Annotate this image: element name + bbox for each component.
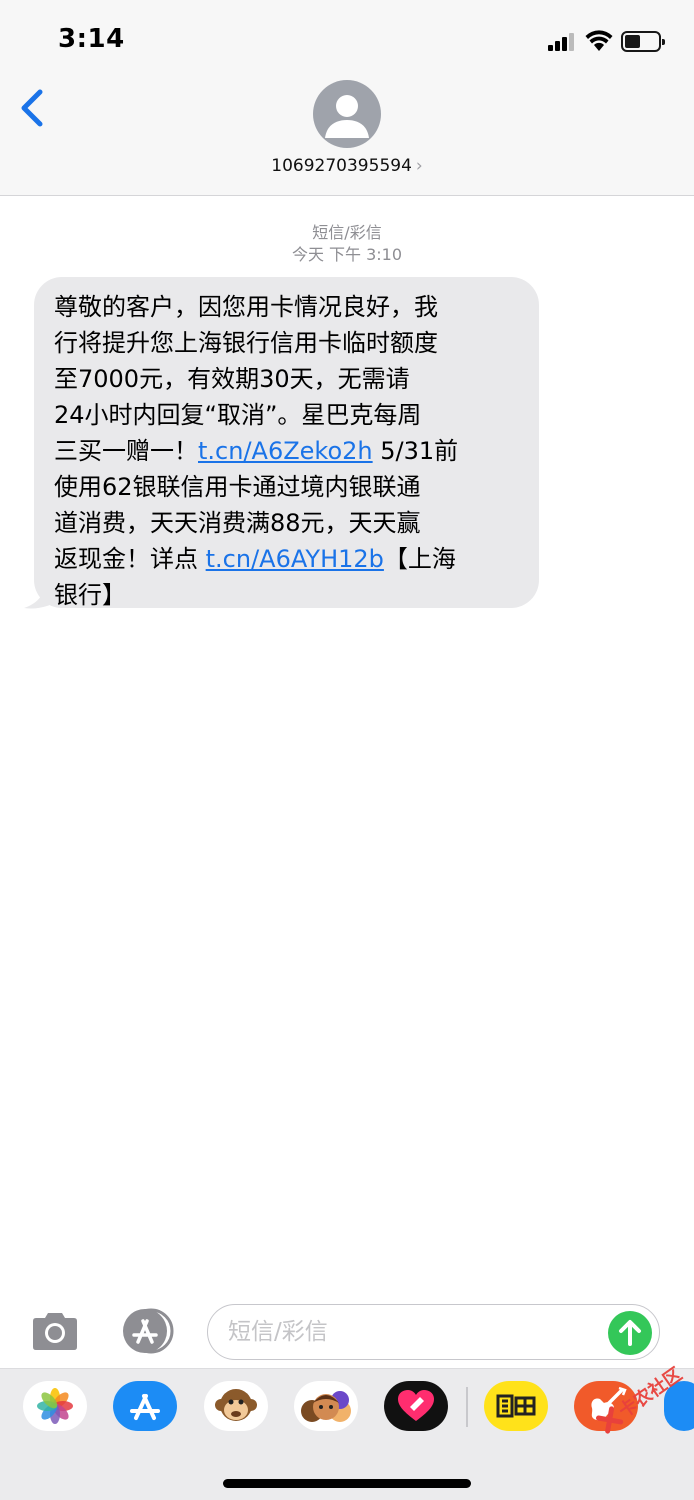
incoming-message-bubble[interactable]: 尊敬的客户，因您用卡情况良好，我 行将提升您上海银行信用卡临时额度 至7000元… [34,277,539,609]
message-text: 返现金！详点 [54,545,206,573]
home-indicator[interactable] [223,1479,471,1488]
send-arrow-icon [619,1320,641,1346]
battery-icon [621,31,665,52]
monkey-animoji-icon[interactable] [204,1381,268,1431]
contact-name[interactable]: 1069270395594 › [0,156,694,176]
message-line: 三买一赠一！t.cn/A6Zeko2h 5/31前 [54,433,521,469]
memoji-icon[interactable] [294,1381,358,1431]
message-line: 尊敬的客户，因您用卡情况良好，我 [54,293,438,321]
message-line: 行将提升您上海银行信用卡临时额度 [54,329,438,357]
conversation-header: 3:14 1069270395594 › [0,0,694,196]
xianyu-icon[interactable] [484,1381,548,1431]
contact-avatar[interactable] [313,80,381,148]
wifi-icon [585,30,613,51]
contact-number: 1069270395594 [271,156,412,176]
message-line: 24小时内回复“取消”。星巴克每周 [54,401,422,429]
message-text: 【上海 [383,545,456,573]
message-line: 返现金！详点 t.cn/A6AYH12b【上海 [54,541,521,577]
message-input[interactable] [228,1315,598,1349]
digital-touch-icon[interactable] [384,1381,448,1431]
message-input-box[interactable] [207,1304,660,1360]
chevron-right-icon: › [415,156,423,176]
message-line: 使用62银联信用卡通过境内银联通 [54,473,421,501]
message-link[interactable]: t.cn/A6AYH12b [206,545,384,573]
camera-button[interactable] [29,1309,81,1353]
drawer-divider [466,1387,468,1427]
message-text: 三买一赠一！ [54,437,198,465]
message-line: 银行】 [54,581,126,609]
photos-icon[interactable] [23,1381,87,1431]
send-button[interactable] [608,1311,652,1355]
message-link[interactable]: t.cn/A6Zeko2h [198,437,373,465]
message-text: 5/31前 [372,437,459,465]
app-store-icon[interactable] [113,1381,177,1431]
message-timestamp: 今天 下午 3:10 [291,245,403,264]
status-time: 3:14 [58,24,125,54]
cellular-signal-icon [548,33,578,51]
person-icon [325,95,369,138]
message-type-label: 短信/彩信 [312,223,382,242]
back-button[interactable] [14,86,50,130]
message-line: 至7000元，有效期30天，无需请 [54,365,410,393]
imessage-app-drawer [0,1368,694,1500]
app-store-button[interactable] [117,1308,175,1354]
message-line: 道消费，天天消费满88元，天天赢 [54,509,421,537]
